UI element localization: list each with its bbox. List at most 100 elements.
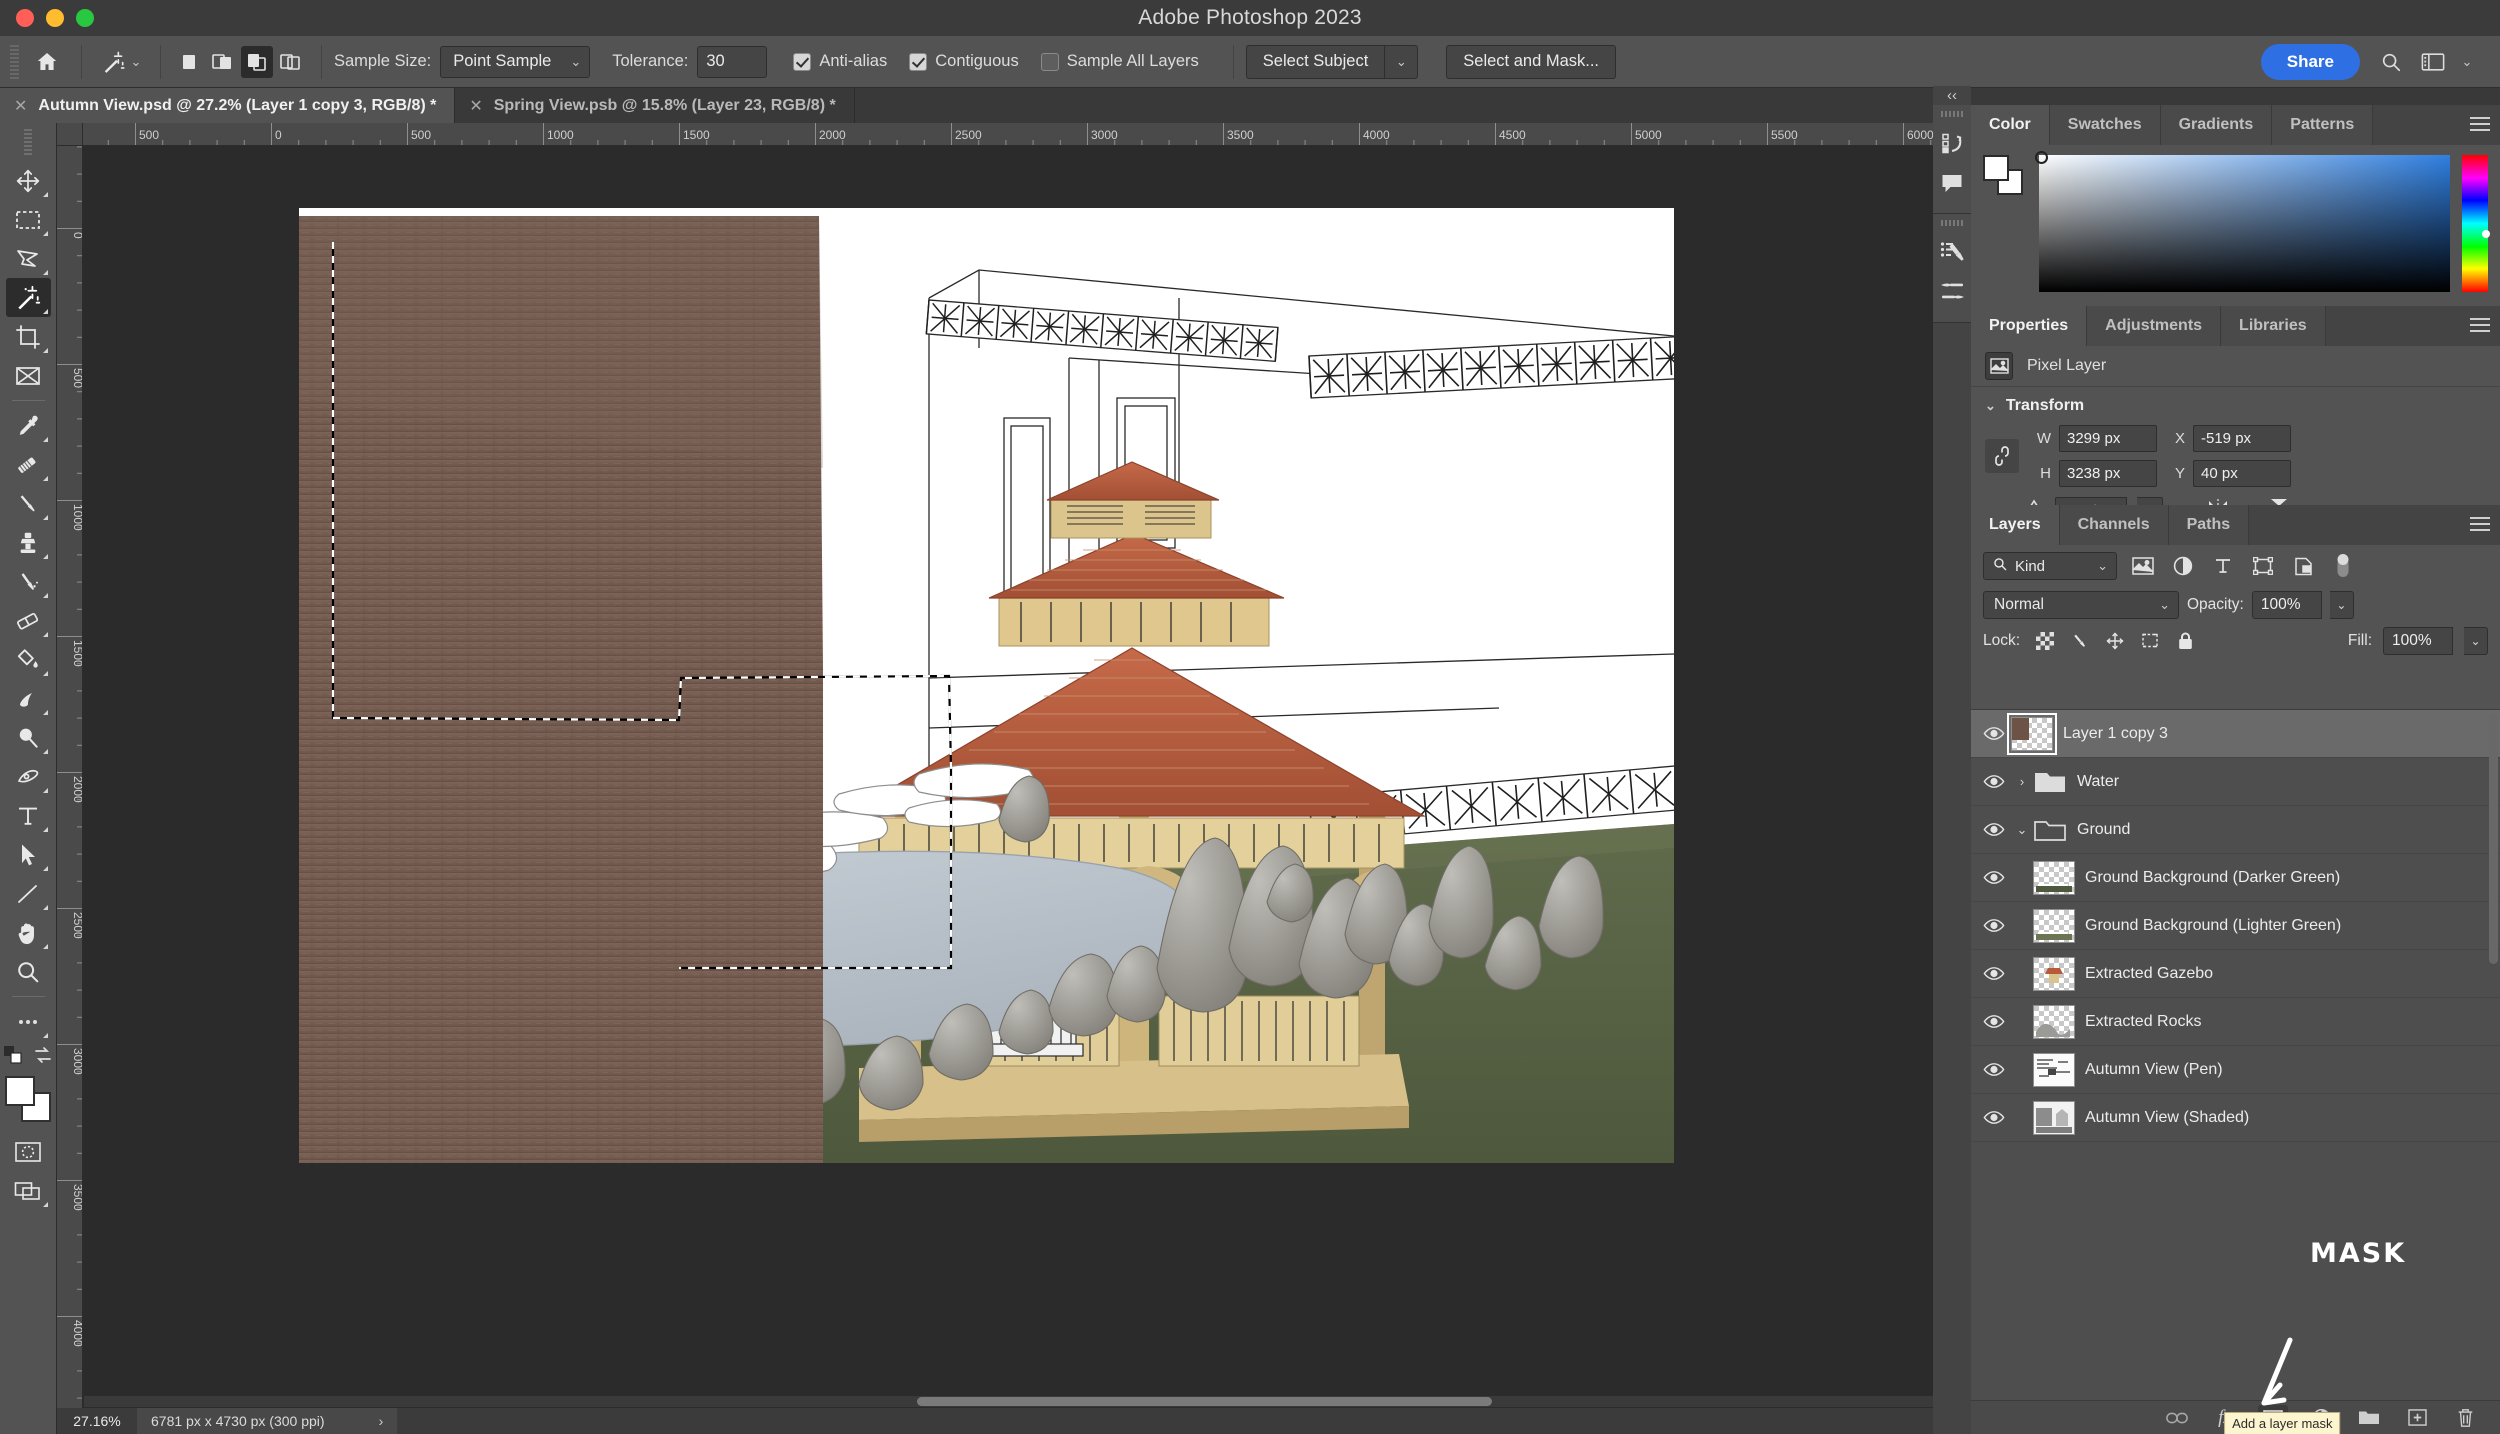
- layer-visibility-toggle[interactable]: [1977, 1110, 2011, 1125]
- color-field[interactable]: [2035, 151, 2450, 292]
- color-field-cursor[interactable]: [2035, 151, 2048, 164]
- tab-spring-view[interactable]: ✕ Spring View.psb @ 15.8% (Layer 23, RGB…: [455, 88, 855, 123]
- layer-thumbnail[interactable]: [2033, 908, 2075, 943]
- lock-position-icon[interactable]: [2103, 629, 2127, 653]
- default-colors-icon[interactable]: [3, 1045, 25, 1070]
- tab-swatches[interactable]: Swatches: [2049, 105, 2161, 145]
- spot-healing-brush-tool[interactable]: [6, 445, 51, 484]
- zoom-level[interactable]: 27.16%: [57, 1413, 137, 1429]
- contiguous-checkbox[interactable]: Contiguous: [909, 52, 1019, 71]
- chevron-down-icon[interactable]: ⌄: [131, 54, 142, 70]
- rail-grip[interactable]: [1941, 220, 1963, 226]
- brush-tool[interactable]: [6, 484, 51, 523]
- eraser-tool[interactable]: [6, 601, 51, 640]
- collapse-panels-button[interactable]: ‹‹: [1933, 86, 1971, 105]
- toolbar-grip[interactable]: [24, 129, 32, 155]
- layer-visibility-toggle[interactable]: [1977, 822, 2011, 837]
- chevron-down-icon[interactable]: ⌄: [1985, 398, 1996, 414]
- hue-slider[interactable]: [2462, 155, 2490, 292]
- layer-row[interactable]: Ground Background (Lighter Green): [1971, 902, 2500, 950]
- close-icon[interactable]: ✕: [14, 96, 27, 116]
- search-icon[interactable]: [2374, 45, 2408, 79]
- ellipsis-icon[interactable]: [6, 1002, 51, 1041]
- scrollbar-thumb[interactable]: [917, 1397, 1492, 1406]
- panel-menu-icon[interactable]: [2470, 318, 2490, 333]
- layer-row[interactable]: Ground Background (Darker Green): [1971, 854, 2500, 902]
- layer-visibility-toggle[interactable]: [1977, 870, 2011, 885]
- lasso-tool[interactable]: [6, 239, 51, 278]
- rail-grip[interactable]: [1941, 111, 1963, 117]
- rectangular-marquee-tool[interactable]: [6, 200, 51, 239]
- layer-visibility-toggle[interactable]: [1977, 966, 2011, 981]
- selection-mode-subtract[interactable]: [241, 45, 273, 78]
- selection-mode-add[interactable]: [207, 46, 239, 78]
- options-bar-grip[interactable]: [10, 44, 19, 79]
- clone-stamp-tool[interactable]: [6, 523, 51, 562]
- fill-input[interactable]: 100%: [2383, 627, 2453, 655]
- select-subject-dropdown[interactable]: ⌄: [1384, 44, 1419, 79]
- hue-slider-cursor[interactable]: [2482, 230, 2490, 239]
- document-viewport[interactable]: [84, 147, 1950, 1408]
- eyedropper-tool[interactable]: [6, 406, 51, 445]
- share-button[interactable]: Share: [2260, 43, 2360, 80]
- quick-mask-icon[interactable]: [6, 1132, 51, 1171]
- filter-shape-icon[interactable]: [2249, 552, 2277, 580]
- swap-colors-icon[interactable]: [33, 1046, 53, 1069]
- width-input[interactable]: 3299 px: [2059, 425, 2157, 452]
- layer-thumbnail[interactable]: [2007, 712, 2057, 755]
- layer-row[interactable]: Autumn View (Pen): [1971, 1046, 2500, 1094]
- filter-smart-object-icon[interactable]: [2289, 552, 2317, 580]
- layer-visibility-toggle[interactable]: [1977, 1062, 2011, 1077]
- fill-scrubber-chevron[interactable]: ⌄: [2464, 627, 2488, 655]
- lock-transparent-pixels-icon[interactable]: [2033, 629, 2057, 653]
- magic-wand-icon[interactable]: ⌄: [94, 42, 148, 82]
- crop-tool[interactable]: [6, 317, 51, 356]
- chevron-right-icon[interactable]: ›: [379, 1413, 384, 1429]
- horizontal-ruler[interactable]: 1000500050010001500200025003000350040004…: [83, 123, 1950, 146]
- layer-thumbnail[interactable]: [2033, 860, 2075, 895]
- lock-image-pixels-icon[interactable]: [2068, 629, 2092, 653]
- dodge-icon[interactable]: [6, 718, 51, 757]
- transform-section-header[interactable]: ⌄ Transform: [1971, 387, 2500, 421]
- opacity-input[interactable]: 100%: [2251, 591, 2322, 619]
- frame-tool[interactable]: [6, 356, 51, 395]
- path-arrow-icon[interactable]: [6, 835, 51, 874]
- layer-row[interactable]: Extracted Gazebo: [1971, 950, 2500, 998]
- filter-toggle-switch[interactable]: [2329, 552, 2357, 580]
- history-icon[interactable]: [1933, 123, 1971, 163]
- move-tool[interactable]: [6, 161, 51, 200]
- selection-mode-intersect[interactable]: [275, 46, 307, 78]
- layer-row[interactable]: Autumn View (Shaded): [1971, 1094, 2500, 1142]
- color-panel-swatches[interactable]: [1983, 155, 2027, 199]
- new-layer-icon[interactable]: [2402, 1405, 2432, 1431]
- layer-thumbnail[interactable]: [2033, 1100, 2075, 1135]
- layer-visibility-toggle[interactable]: [1977, 726, 2011, 741]
- panel-menu-icon[interactable]: [2470, 117, 2490, 132]
- blur-icon[interactable]: [6, 679, 51, 718]
- select-and-mask-button[interactable]: Select and Mask...: [1446, 44, 1617, 79]
- horizontal-scrollbar[interactable]: [84, 1396, 1936, 1407]
- tab-gradients[interactable]: Gradients: [2160, 105, 2273, 145]
- history-brush-tool[interactable]: [6, 562, 51, 601]
- tab-properties[interactable]: Properties: [1971, 306, 2088, 346]
- foreground-color-swatch[interactable]: [5, 1076, 35, 1106]
- tab-libraries[interactable]: Libraries: [2221, 306, 2326, 346]
- filter-type-icon[interactable]: [2209, 552, 2237, 580]
- tab-paths[interactable]: Paths: [2168, 505, 2250, 545]
- new-group-icon[interactable]: [2354, 1405, 2384, 1431]
- sample-all-layers-checkbox[interactable]: Sample All Layers: [1040, 52, 1199, 71]
- line-icon[interactable]: [6, 874, 51, 913]
- layer-list[interactable]: Layer 1 copy 3 › Water ⌄ Ground Ground Backgr…: [1971, 709, 2500, 1400]
- filter-kind-select[interactable]: Kind ⌄: [1983, 552, 2117, 580]
- foreground-color-swatch[interactable]: [1983, 155, 2009, 181]
- chevron-down-icon[interactable]: ⌄: [2450, 45, 2484, 79]
- paint-bucket-icon[interactable]: [6, 640, 51, 679]
- tab-patterns[interactable]: Patterns: [2272, 105, 2374, 145]
- brush-settings-icon[interactable]: [1933, 232, 1971, 272]
- layer-list-scrollbar[interactable]: [2489, 714, 2498, 964]
- hand-icon[interactable]: [6, 913, 51, 952]
- opacity-scrubber-chevron[interactable]: ⌄: [2329, 591, 2354, 619]
- tab-autumn-view[interactable]: ✕ Autumn View.psd @ 27.2% (Layer 1 copy …: [0, 88, 456, 123]
- vertical-ruler[interactable]: 5000500100015002000250030003500400045005…: [57, 146, 83, 1434]
- link-aspect-ratio-icon[interactable]: [1985, 439, 2019, 473]
